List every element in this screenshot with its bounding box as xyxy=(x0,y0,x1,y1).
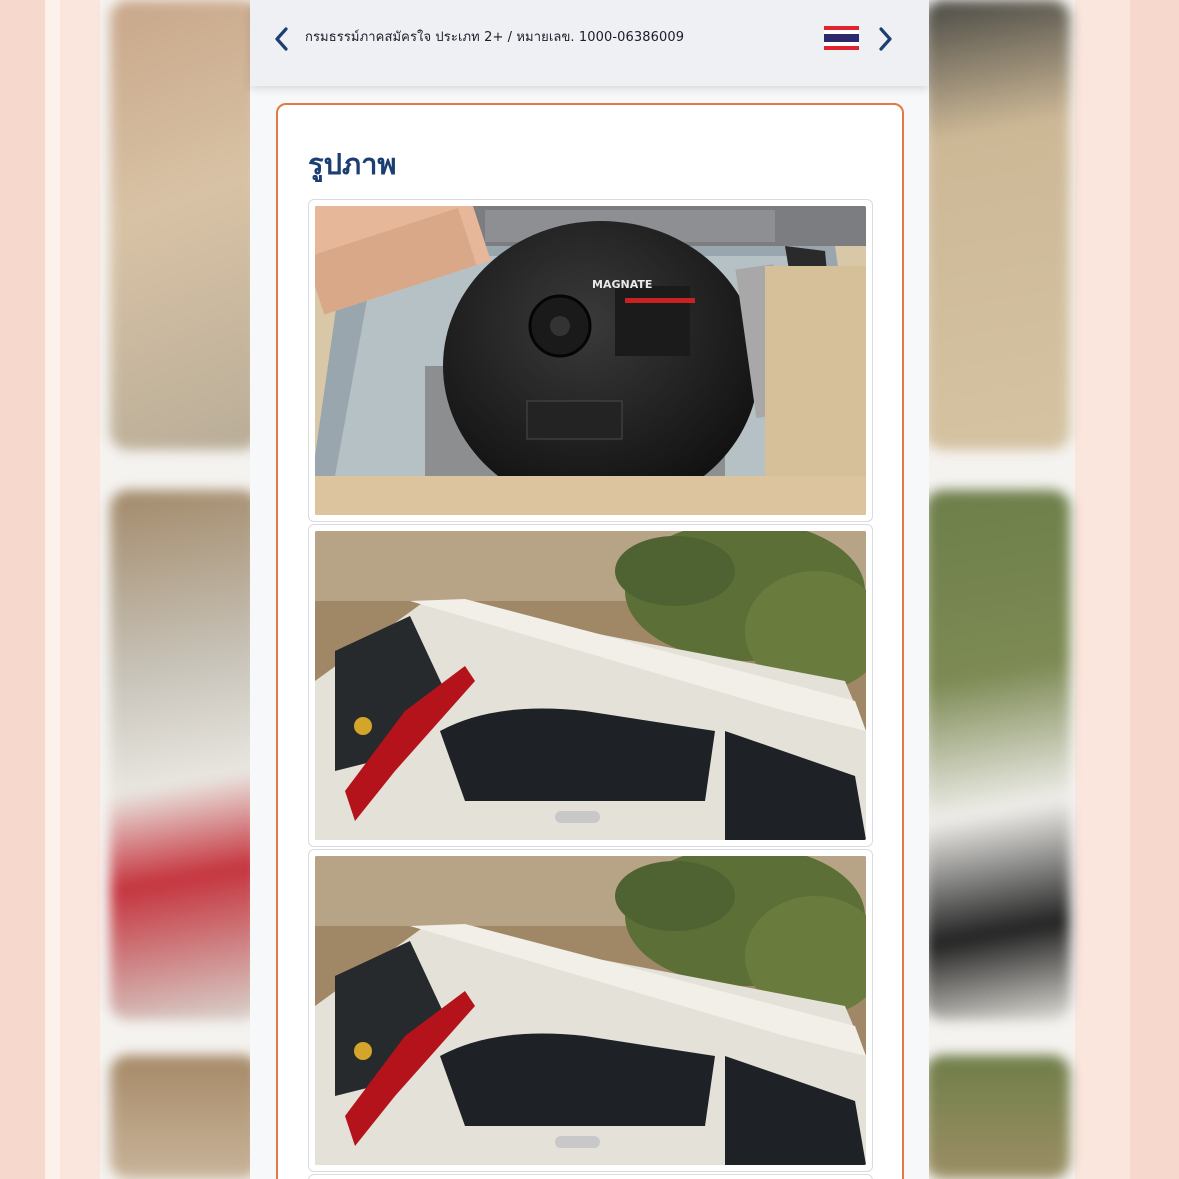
breadcrumb: กรมธรรม์ภาคสมัครใจ ประเภท 2+ / หมายเลข. … xyxy=(305,30,685,45)
trunk-lpg-tank-photo: MAGNATE xyxy=(315,206,866,515)
app-panel: กรมธรรม์ภาคสมัครใจ ประเภท 2+ / หมายเลข. … xyxy=(250,0,929,1179)
previous-button[interactable] xyxy=(267,24,297,54)
chevron-right-icon xyxy=(879,27,892,51)
suv-photo-1 xyxy=(315,531,866,840)
suv-photo-2 xyxy=(315,856,866,1165)
chevron-left-icon xyxy=(275,27,288,51)
tank-brand-text: MAGNATE xyxy=(592,278,652,291)
section-title: รูปภาพ xyxy=(308,147,397,181)
photo-thumbnail-1[interactable]: MAGNATE xyxy=(308,199,873,522)
photo-thumbnail-2[interactable] xyxy=(308,524,873,847)
photo-thumbnail-4[interactable] xyxy=(308,1174,873,1179)
thailand-flag-icon[interactable] xyxy=(824,26,859,50)
photos-card: รูปภาพ MAGNATE xyxy=(276,103,904,1179)
header-bar: กรมธรรม์ภาคสมัครใจ ประเภท 2+ / หมายเลข. … xyxy=(250,0,929,86)
photo-thumbnail-3[interactable] xyxy=(308,849,873,1172)
next-button[interactable] xyxy=(870,24,900,54)
